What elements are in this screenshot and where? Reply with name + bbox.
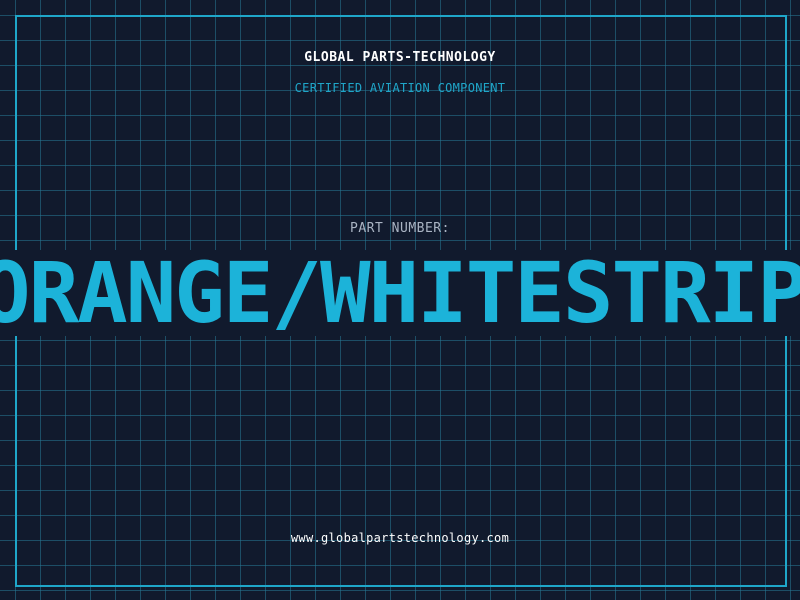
part-number-value: ORANGE/WHITESTRIPE bbox=[0, 250, 800, 336]
certification-tagline: CERTIFIED AVIATION COMPONENT bbox=[294, 81, 506, 95]
website-url: www.globalpartstechnology.com bbox=[290, 531, 510, 545]
company-name: GLOBAL PARTS-TECHNOLOGY bbox=[304, 50, 496, 65]
part-number-label: PART NUMBER: bbox=[350, 221, 450, 236]
